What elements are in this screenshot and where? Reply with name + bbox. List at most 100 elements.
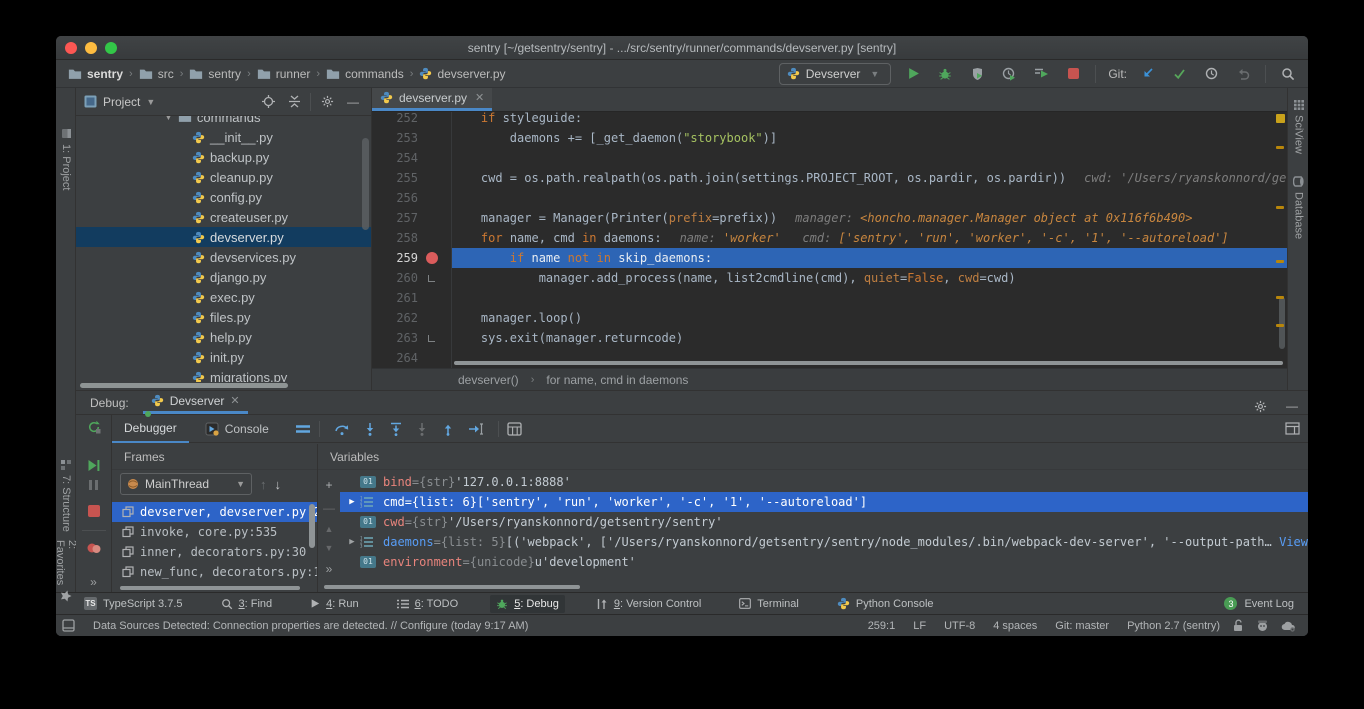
rollback-button[interactable]: [1233, 64, 1253, 84]
gutter[interactable]: 259: [372, 248, 452, 268]
remove-watch-icon[interactable]: —: [323, 501, 335, 515]
collapse-all-icon[interactable]: [284, 92, 304, 112]
move-down-icon[interactable]: ▼: [325, 543, 334, 553]
toolwindow-button-python-console[interactable]: Python Console: [831, 595, 940, 613]
status-widget-python-2-7-sentry-[interactable]: Python 2.7 (sentry): [1127, 620, 1220, 632]
variable-row-bind[interactable]: 01bind = {str} '127.0.0.1:8888': [340, 472, 1308, 492]
expand-icon[interactable]: ▶: [344, 497, 360, 507]
tree-node-devserver.py[interactable]: devserver.py: [76, 227, 371, 247]
more-actions-icon[interactable]: »: [76, 572, 111, 592]
project-horizontal-scrollbar[interactable]: [80, 383, 288, 388]
gear-icon[interactable]: [317, 92, 337, 112]
stop-button[interactable]: [1063, 64, 1083, 84]
breakpoint-icon[interactable]: [426, 252, 438, 264]
toolwindow-button-todo[interactable]: 6: TODO: [391, 595, 465, 613]
gutter[interactable]: 260: [372, 268, 452, 288]
show-execution-point-icon[interactable]: [295, 423, 311, 435]
gutter[interactable]: 261: [372, 288, 452, 308]
run-to-cursor-icon[interactable]: [468, 422, 484, 436]
tool-stripe-database[interactable]: Database: [1288, 176, 1308, 239]
frame-row[interactable]: invoke, core.py:535: [112, 522, 317, 542]
frame-row[interactable]: new_func, decorators.py:17: [112, 562, 317, 582]
smart-step-into-icon[interactable]: [416, 422, 428, 436]
inspections-hector-icon[interactable]: [1256, 619, 1269, 632]
run-button[interactable]: [903, 64, 923, 84]
status-widget-4-spaces[interactable]: 4 spaces: [993, 620, 1037, 632]
code-line-252[interactable]: 252 if styleguide:: [372, 112, 1287, 128]
editor-tab-devserver[interactable]: devserver.py ✕: [372, 88, 492, 111]
mute-breakpoints-icon[interactable]: [82, 530, 106, 558]
toolwindow-button-version-control[interactable]: 9: Version Control: [591, 595, 707, 613]
toolwindow-button-run[interactable]: 4: Run: [304, 595, 364, 613]
error-stripe-mark[interactable]: [1276, 206, 1284, 209]
breadcrumb-function[interactable]: devserver(): [458, 373, 519, 387]
history-button[interactable]: [1201, 64, 1221, 84]
profile-button[interactable]: [999, 64, 1019, 84]
tree-node-config.py[interactable]: config.py: [76, 187, 371, 207]
code-line-258[interactable]: 258 for name, cmd in daemons:name: 'work…: [372, 228, 1287, 248]
status-widget-lf[interactable]: LF: [913, 620, 926, 632]
frames-horizontal-scrollbar[interactable]: [120, 586, 300, 590]
breadcrumb-item-devserver.py[interactable]: devserver.py: [417, 67, 507, 81]
tab-console[interactable]: Console: [193, 415, 281, 443]
gutter[interactable]: 253: [372, 128, 452, 148]
status-message[interactable]: Data Sources Detected: Connection proper…: [93, 620, 528, 632]
run-configuration-select[interactable]: Devserver ▼: [779, 63, 892, 85]
tree-node-folder[interactable]: ▼commands: [76, 116, 371, 127]
code-line-257[interactable]: 257 manager = Manager(Printer(prefix=pre…: [372, 208, 1287, 228]
hide-panel-icon[interactable]: —: [1286, 399, 1298, 413]
next-frame-icon[interactable]: ↓: [275, 477, 282, 492]
breadcrumb-item-sentry[interactable]: sentry: [187, 67, 243, 81]
status-widget-259-1[interactable]: 259:1: [868, 620, 896, 632]
code-area[interactable]: 252 if styleguide:253 daemons += [_get_d…: [372, 112, 1287, 368]
tool-stripe-sciview[interactable]: SciView: [1288, 100, 1308, 154]
toolwindow-button-debug[interactable]: 5: Debug: [490, 595, 565, 613]
run-with-configuration-button[interactable]: [1031, 64, 1051, 84]
tree-node-migrations.py[interactable]: migrations.py: [76, 367, 371, 382]
tree-node-createuser.py[interactable]: createuser.py: [76, 207, 371, 227]
code-line-262[interactable]: 262 manager.loop(): [372, 308, 1287, 328]
tree-node-init.py[interactable]: init.py: [76, 347, 371, 367]
code-line-255[interactable]: 255 cwd = os.path.realpath(os.path.join(…: [372, 168, 1287, 188]
status-widget-git-master[interactable]: Git: master: [1055, 620, 1109, 632]
code-line-254[interactable]: 254: [372, 148, 1287, 168]
git-update-button[interactable]: [1137, 64, 1157, 84]
locate-file-icon[interactable]: [258, 92, 278, 112]
tool-stripe-favorites[interactable]: 2: Favorites: [56, 540, 76, 602]
tree-node-django.py[interactable]: django.py: [76, 267, 371, 287]
error-stripe-mark[interactable]: [1276, 260, 1284, 263]
frames-vertical-scrollbar[interactable]: [309, 504, 315, 548]
gutter[interactable]: 256: [372, 188, 452, 208]
gutter[interactable]: 255: [372, 168, 452, 188]
expand-icon[interactable]: ▶: [344, 537, 360, 547]
project-vertical-scrollbar[interactable]: [362, 138, 369, 230]
step-over-icon[interactable]: [334, 422, 350, 436]
breadcrumb-item-commands[interactable]: commands: [324, 67, 406, 81]
previous-frame-icon[interactable]: ↑: [260, 477, 267, 492]
project-panel-title[interactable]: Project: [103, 95, 140, 109]
step-out-icon[interactable]: [442, 422, 454, 436]
status-widget-utf-8[interactable]: UTF-8: [944, 620, 975, 632]
tree-node-backup.py[interactable]: backup.py: [76, 147, 371, 167]
fold-marker-icon[interactable]: [428, 275, 435, 282]
step-into-icon[interactable]: [364, 422, 376, 436]
tree-node-files.py[interactable]: files.py: [76, 307, 371, 327]
lock-icon[interactable]: [1232, 619, 1244, 632]
rerun-icon[interactable]: [76, 417, 111, 437]
close-session-icon[interactable]: ✕: [230, 394, 239, 407]
fold-marker-icon[interactable]: [428, 335, 435, 342]
tree-node-devservices.py[interactable]: devservices.py: [76, 247, 371, 267]
evaluate-expression-icon[interactable]: [507, 422, 522, 436]
minimize-window-button[interactable]: [85, 42, 97, 54]
event-log-button[interactable]: 3Event Log: [1224, 597, 1294, 610]
git-commit-button[interactable]: [1169, 64, 1189, 84]
code-line-253[interactable]: 253 daemons += [_get_daemon("storybook")…: [372, 128, 1287, 148]
hide-panel-icon[interactable]: —: [343, 92, 363, 112]
editor-vertical-scrollbar[interactable]: [1279, 297, 1285, 349]
code-line-263[interactable]: 263 sys.exit(manager.returncode): [372, 328, 1287, 348]
cloud-settings-icon[interactable]: [1281, 620, 1296, 632]
gutter[interactable]: 252: [372, 112, 452, 128]
gutter[interactable]: 264: [372, 348, 452, 368]
error-stripe-mark[interactable]: [1276, 146, 1284, 149]
hide-tool-windows-icon[interactable]: [62, 619, 75, 632]
